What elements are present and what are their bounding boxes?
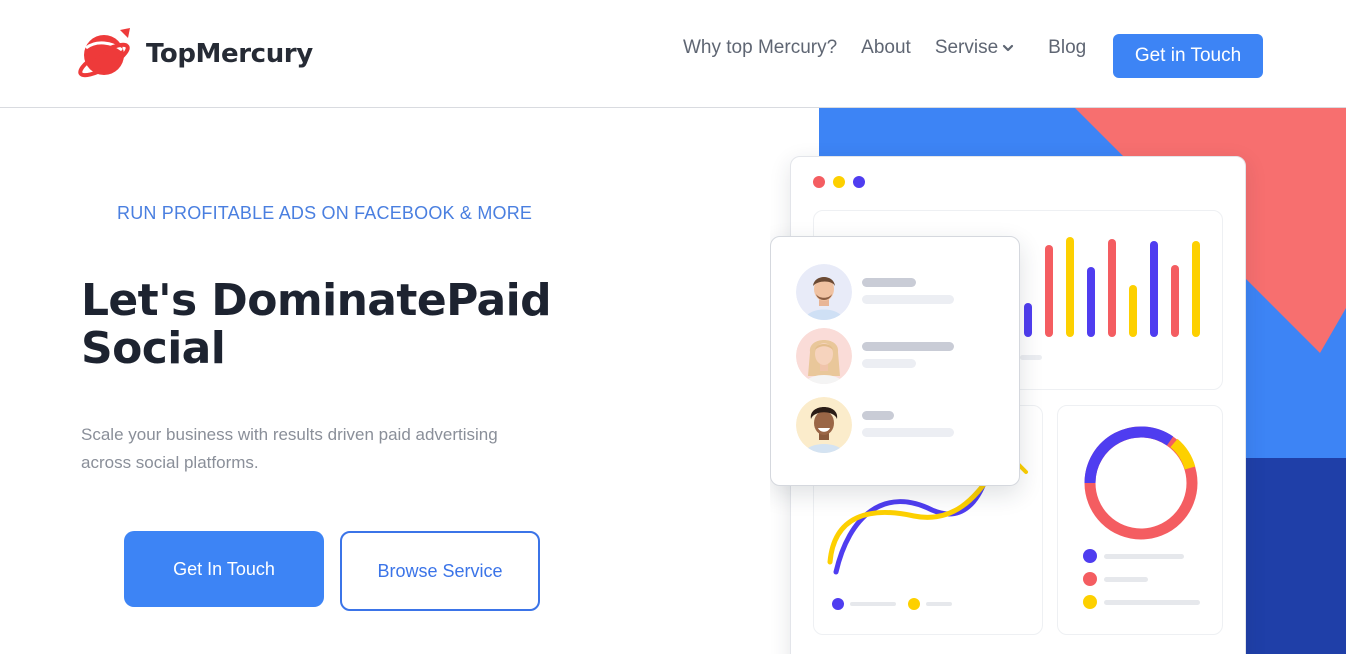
team-member-row bbox=[796, 264, 954, 320]
donut-chart-panel bbox=[1057, 405, 1223, 635]
brand-name: TopMercury bbox=[146, 39, 313, 69]
placeholder-line bbox=[862, 359, 916, 368]
hero-headline: Let's DominatePaid Social bbox=[81, 275, 552, 374]
avatar bbox=[796, 328, 852, 384]
nav-item-why[interactable]: Why top Mercury? bbox=[683, 37, 837, 59]
get-in-touch-nav-button[interactable]: Get in Touch bbox=[1113, 34, 1263, 78]
placeholder-line bbox=[862, 411, 894, 420]
browse-service-button[interactable]: Browse Service bbox=[340, 531, 540, 611]
avatar bbox=[796, 264, 852, 320]
nav-item-service[interactable]: Servise bbox=[935, 37, 1014, 59]
chevron-down-icon bbox=[1003, 44, 1014, 52]
get-in-touch-button[interactable]: Get In Touch bbox=[124, 531, 324, 607]
nav-item-about[interactable]: About bbox=[861, 37, 911, 59]
hero-eyebrow: RUN PROFITABLE ADS ON FACEBOOK & MORE bbox=[117, 203, 533, 223]
window-dot-purple bbox=[853, 176, 865, 188]
site-header: TopMercury Why top Mercury? About Servis… bbox=[0, 0, 1346, 108]
donut-chart-graphic bbox=[1083, 426, 1200, 609]
placeholder-line bbox=[862, 278, 916, 287]
window-dot-yellow bbox=[833, 176, 845, 188]
hero-subtitle: Scale your business with results driven … bbox=[81, 425, 498, 472]
team-member-row bbox=[796, 397, 954, 453]
main-nav: Why top Mercury? About Servise Blog bbox=[683, 37, 1110, 59]
nav-item-service-label: Servise bbox=[934, 37, 999, 58]
window-dots bbox=[813, 176, 865, 188]
nav-item-blog[interactable]: Blog bbox=[1048, 37, 1086, 59]
team-member-row bbox=[796, 328, 954, 384]
window-dot-red bbox=[813, 176, 825, 188]
placeholder-line bbox=[862, 295, 954, 304]
avatar bbox=[796, 397, 852, 453]
brand-logo[interactable]: TopMercury bbox=[76, 26, 313, 82]
team-members-card bbox=[770, 236, 1020, 486]
hero-illustration bbox=[770, 108, 1346, 654]
placeholder-line bbox=[862, 342, 954, 351]
logo-planet-icon bbox=[78, 28, 130, 78]
placeholder-line bbox=[862, 428, 954, 437]
